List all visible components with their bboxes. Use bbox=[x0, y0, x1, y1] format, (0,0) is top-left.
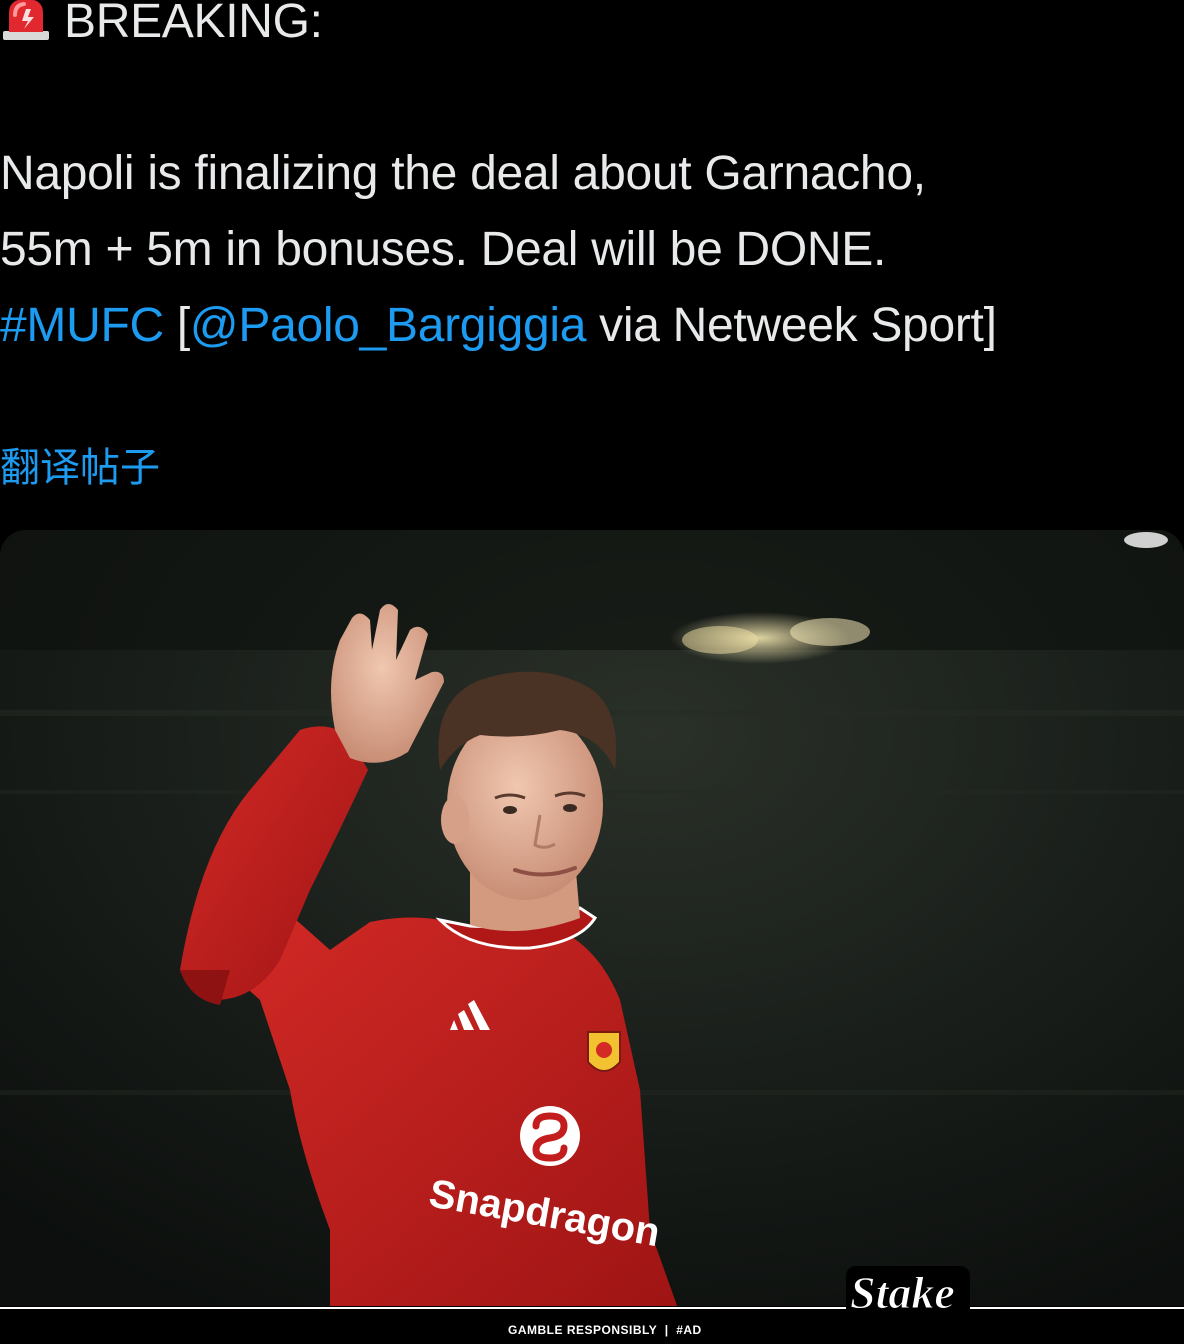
stake-logo-text: Stake bbox=[850, 1267, 955, 1318]
source-text: via Netweek Sport] bbox=[586, 299, 997, 352]
bracket-open: [ bbox=[163, 299, 190, 352]
siren-icon bbox=[3, 0, 49, 40]
mention-link[interactable]: @Paolo_Bargiggia bbox=[190, 299, 587, 352]
tweet-media-image[interactable]: Snapdragon GAMBLE RESPONSIBLY | #AD Stak… bbox=[0, 530, 1184, 1344]
tweet-line-3: #MUFC [@Paolo_Bargiggia via Netweek Spor… bbox=[0, 298, 997, 354]
tweet-line-1: Napoli is finalizing the deal about Garn… bbox=[0, 147, 926, 200]
translate-post-link[interactable]: 翻译帖子 bbox=[0, 442, 160, 494]
club-crest-icon bbox=[587, 1031, 621, 1072]
breaking-label: BREAKING: bbox=[64, 0, 323, 48]
hashtag-link[interactable]: #MUFC bbox=[0, 299, 164, 352]
snapdragon-logo-icon bbox=[520, 1106, 580, 1166]
player-photo: Snapdragon GAMBLE RESPONSIBLY | #AD Stak… bbox=[0, 530, 1184, 1344]
stake-logo: Stake bbox=[846, 1266, 970, 1319]
tweet-line-2: 55m + 5m in bonuses. Deal will be DONE. bbox=[0, 223, 887, 276]
gamble-responsibly-text: GAMBLE RESPONSIBLY | #AD bbox=[508, 1323, 702, 1337]
breaking-line: BREAKING: bbox=[0, 0, 323, 50]
